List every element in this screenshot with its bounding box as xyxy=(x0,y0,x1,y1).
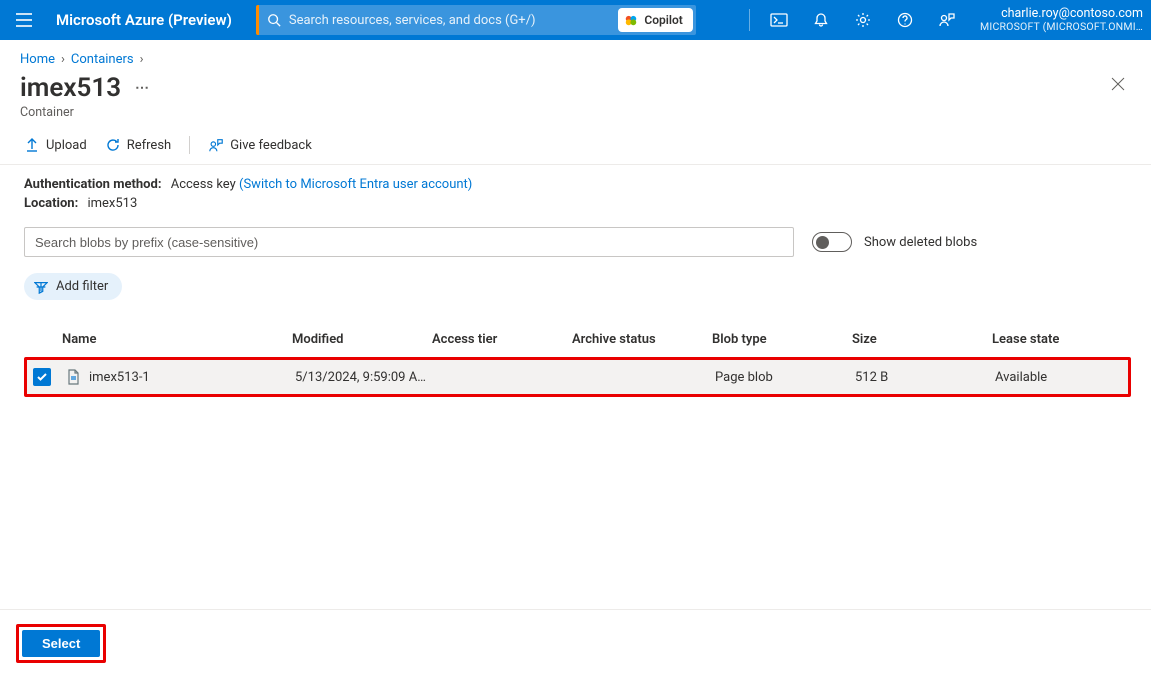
auth-method-value: Access key xyxy=(171,177,236,192)
select-highlight: Select xyxy=(16,624,106,663)
col-blob-type[interactable]: Blob type xyxy=(712,332,852,347)
switch-auth-link[interactable]: (Switch to Microsoft Entra user account) xyxy=(239,177,472,192)
show-deleted-label: Show deleted blobs xyxy=(864,235,977,250)
upload-button[interactable]: Upload xyxy=(24,137,87,153)
copilot-label: Copilot xyxy=(644,13,682,27)
question-icon xyxy=(897,12,913,28)
person-feedback-icon xyxy=(208,137,224,153)
close-icon xyxy=(1111,77,1125,91)
account-email: charlie.roy@contoso.com xyxy=(980,7,1143,21)
add-filter-label: Add filter xyxy=(56,279,108,294)
breadcrumb: Home › Containers › xyxy=(0,40,1151,67)
global-search[interactable]: Search resources, services, and docs (G+… xyxy=(256,5,696,35)
highlighted-selection: imex513-1 5/13/2024, 9:59:09 AM Page blo… xyxy=(24,357,1131,397)
row-name-cell[interactable]: imex513-1 xyxy=(65,369,295,385)
gear-icon xyxy=(855,12,871,28)
header-divider xyxy=(749,9,750,31)
auth-method-label: Authentication method: xyxy=(24,177,161,192)
col-access-tier[interactable]: Access tier xyxy=(432,332,572,347)
row-checkbox-cell xyxy=(27,368,65,386)
feedback-header-button[interactable] xyxy=(928,0,966,40)
controls-row: Show deleted blobs xyxy=(0,215,1151,257)
meta-section: Authentication method: Access key (Switc… xyxy=(0,165,1151,215)
app-root: Microsoft Azure (Preview) Search resourc… xyxy=(0,0,1151,677)
breadcrumb-home[interactable]: Home xyxy=(20,52,55,67)
upload-label: Upload xyxy=(46,138,87,153)
row-blob-type: Page blob xyxy=(715,370,855,385)
toolbar-divider xyxy=(189,136,190,154)
location-label: Location: xyxy=(24,196,78,211)
col-archive[interactable]: Archive status xyxy=(572,332,712,347)
account-menu[interactable]: charlie.roy@contoso.com MICROSOFT (MICRO… xyxy=(970,7,1143,33)
refresh-icon xyxy=(105,137,121,153)
copilot-icon xyxy=(624,13,638,27)
account-tenant: MICROSOFT (MICROSOFT.ONMI… xyxy=(980,21,1143,33)
add-filter-button[interactable]: Add filter xyxy=(24,273,122,300)
location-row: Location: imex513 xyxy=(24,196,1131,211)
refresh-label: Refresh xyxy=(127,138,171,153)
row-checkbox[interactable] xyxy=(33,368,51,386)
file-icon xyxy=(65,369,81,385)
row-name: imex513-1 xyxy=(89,370,150,385)
refresh-button[interactable]: Refresh xyxy=(105,137,171,153)
hamburger-icon xyxy=(16,13,32,27)
footer-bar: Select xyxy=(0,609,1151,677)
settings-button[interactable] xyxy=(844,0,882,40)
row-lease: Available xyxy=(995,370,1135,385)
table-header: Name Modified Access tier Archive status… xyxy=(24,324,1131,355)
row-size: 512 B xyxy=(855,370,995,385)
col-lease[interactable]: Lease state xyxy=(992,332,1132,347)
col-name[interactable]: Name xyxy=(62,332,292,347)
location-value: imex513 xyxy=(87,196,137,211)
page-title: imex513 xyxy=(20,73,121,103)
blob-search-input[interactable] xyxy=(24,227,794,257)
col-modified[interactable]: Modified xyxy=(292,332,432,347)
chevron-right-icon: › xyxy=(140,52,144,67)
select-button[interactable]: Select xyxy=(22,630,100,657)
global-search-placeholder: Search resources, services, and docs (G+… xyxy=(289,13,619,28)
brand-label[interactable]: Microsoft Azure (Preview) xyxy=(48,11,246,29)
title-row: imex513 ⋯ Container xyxy=(0,67,1151,120)
notifications-button[interactable] xyxy=(802,0,840,40)
command-bar: Upload Refresh Give feedback xyxy=(0,120,1151,165)
search-icon xyxy=(259,13,289,27)
page-subtitle: Container xyxy=(20,105,1105,120)
check-icon xyxy=(36,371,48,383)
cloud-shell-button[interactable] xyxy=(760,0,798,40)
chevron-right-icon: › xyxy=(61,52,65,67)
close-blade-button[interactable] xyxy=(1105,73,1131,99)
title-block: imex513 ⋯ Container xyxy=(20,73,1105,120)
more-actions-button[interactable]: ⋯ xyxy=(135,80,150,96)
table-row[interactable]: imex513-1 5/13/2024, 9:59:09 AM Page blo… xyxy=(27,360,1128,394)
copilot-button[interactable]: Copilot xyxy=(618,8,692,32)
filter-icon xyxy=(34,280,48,294)
row-modified: 5/13/2024, 9:59:09 AM xyxy=(295,370,435,385)
page-title-wrap: imex513 ⋯ xyxy=(20,73,1105,103)
help-button[interactable] xyxy=(886,0,924,40)
top-header: Microsoft Azure (Preview) Search resourc… xyxy=(0,0,1151,40)
bell-icon xyxy=(813,12,829,28)
auth-row: Authentication method: Access key (Switc… xyxy=(24,177,1131,192)
breadcrumb-containers[interactable]: Containers xyxy=(71,52,134,67)
person-feedback-icon xyxy=(938,12,956,28)
give-feedback-button[interactable]: Give feedback xyxy=(208,137,312,153)
toggle-knob xyxy=(816,236,829,249)
blob-table: Name Modified Access tier Archive status… xyxy=(24,324,1131,397)
filter-row: Add filter xyxy=(0,257,1151,300)
col-size[interactable]: Size xyxy=(852,332,992,347)
terminal-icon xyxy=(770,13,788,27)
upload-icon xyxy=(24,137,40,153)
feedback-label: Give feedback xyxy=(230,138,312,153)
show-deleted-toggle[interactable] xyxy=(812,232,852,252)
menu-toggle-button[interactable] xyxy=(4,0,44,40)
show-deleted-toggle-wrap: Show deleted blobs xyxy=(812,232,977,252)
